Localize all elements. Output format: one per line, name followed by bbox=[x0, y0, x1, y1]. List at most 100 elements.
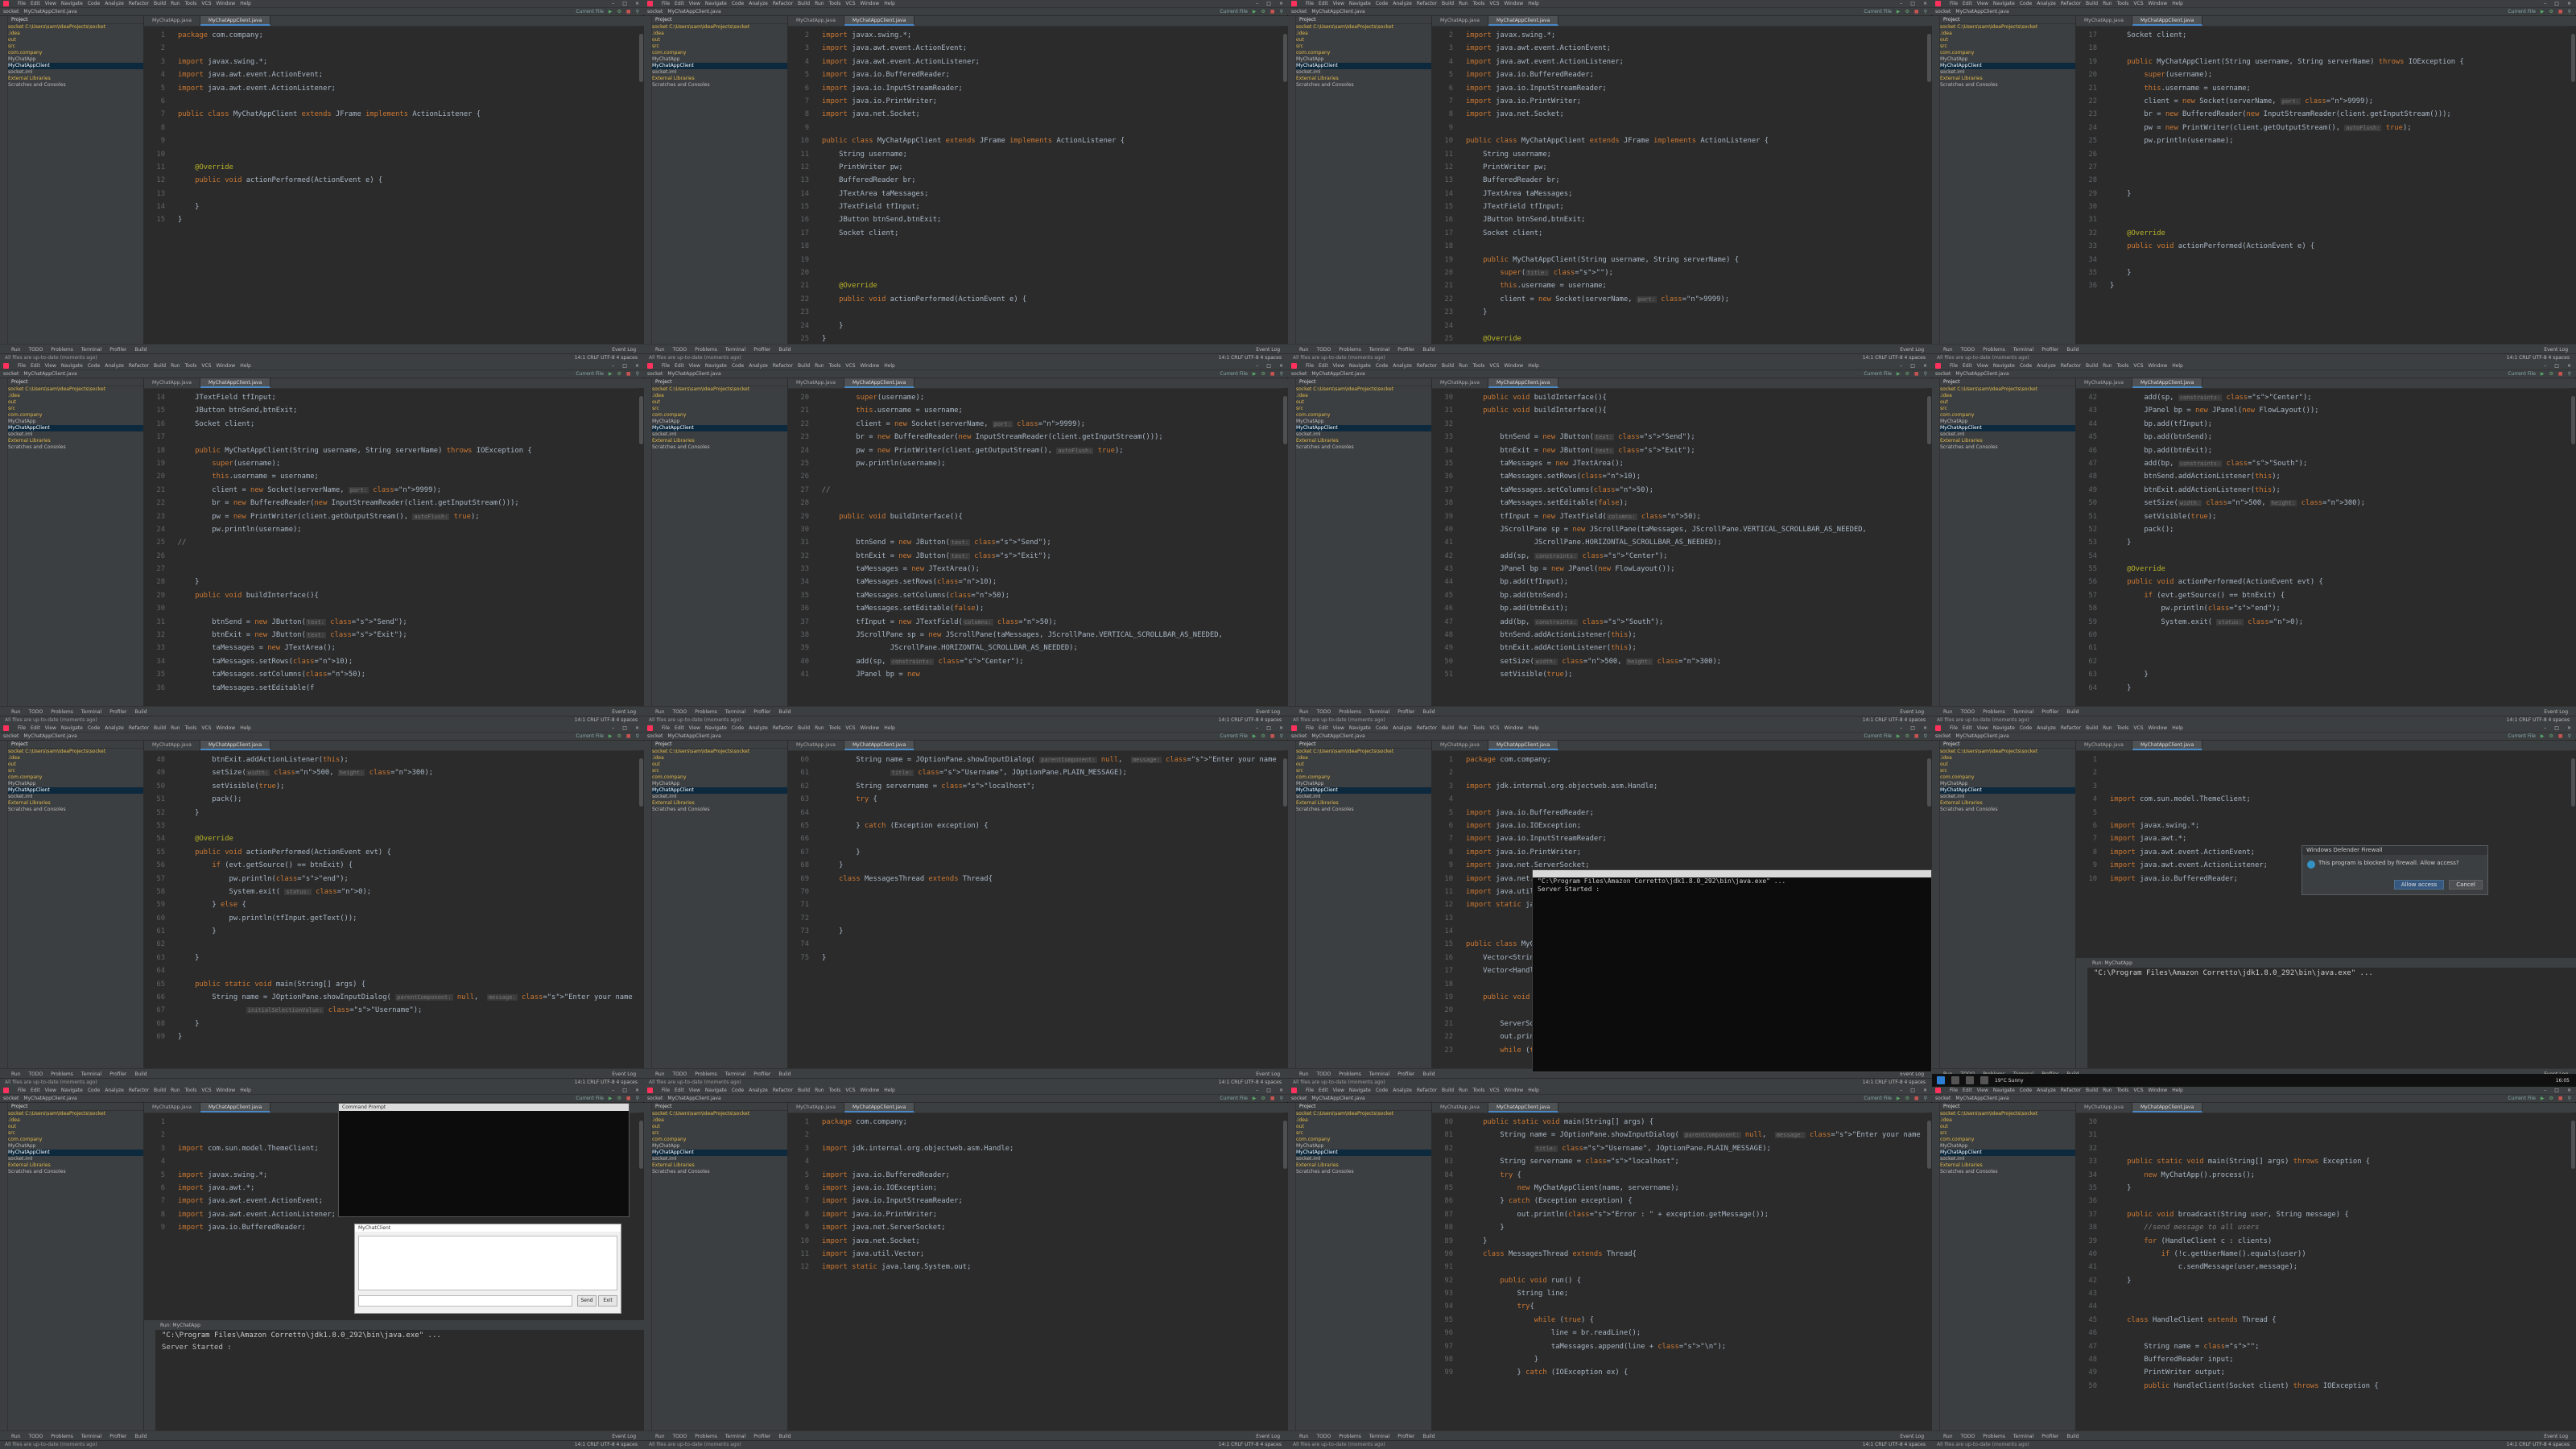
menu-window[interactable]: Window bbox=[1505, 725, 1524, 731]
tree-item[interactable]: .idea bbox=[8, 755, 143, 762]
menu-help[interactable]: Help bbox=[2172, 1088, 2183, 1093]
menu-vcs[interactable]: VCS bbox=[845, 725, 855, 731]
code-line[interactable]: 30 bbox=[2076, 200, 2570, 213]
tab-mychatapp-java[interactable]: MyChatApp.java bbox=[144, 1103, 200, 1113]
tool-terminal[interactable]: Terminal bbox=[2013, 347, 2033, 353]
run-config-select[interactable]: Current File bbox=[1220, 9, 1247, 14]
close-icon[interactable]: × bbox=[635, 363, 639, 369]
debug-icon[interactable]: ⚙ bbox=[1261, 9, 1265, 14]
scroll-thumb[interactable] bbox=[1927, 1121, 1931, 1169]
menu-run[interactable]: Run bbox=[1459, 1, 1468, 6]
code-line[interactable]: 64 bbox=[788, 807, 1282, 819]
run-config-select[interactable]: Current File bbox=[1864, 1096, 1891, 1101]
menu-file[interactable]: File bbox=[1950, 363, 1958, 369]
gutter[interactable] bbox=[812, 616, 822, 629]
tree-item[interactable]: .idea bbox=[1296, 1117, 1431, 1124]
menu-vcs[interactable]: VCS bbox=[201, 1, 211, 6]
code-line[interactable]: 36 taMessages.setRows(class="n">10); bbox=[1432, 470, 1926, 483]
tool-todo[interactable]: TODO bbox=[1317, 1071, 1331, 1077]
gutter[interactable] bbox=[168, 108, 178, 121]
code-line[interactable]: 31 btnSend = new JButton(text: class="s"… bbox=[144, 616, 638, 629]
menu-edit[interactable]: Edit bbox=[1963, 1088, 1972, 1093]
gutter[interactable] bbox=[812, 536, 822, 549]
cursor-position[interactable]: 14:1 CRLF UTF-8 4 spaces bbox=[575, 1079, 638, 1087]
code-line[interactable]: 17 Socket client; bbox=[1432, 227, 1926, 240]
code-line[interactable]: 20 super(username); bbox=[2076, 68, 2570, 81]
cursor-position[interactable]: 14:1 CRLF UTF-8 4 spaces bbox=[1219, 1079, 1282, 1087]
code-line[interactable]: 3 bbox=[2076, 780, 2570, 793]
code-line[interactable]: 54 bbox=[2076, 550, 2570, 563]
code-line[interactable]: 64 bbox=[144, 964, 638, 977]
editor-scrollbar[interactable] bbox=[2570, 1113, 2576, 1431]
code-line[interactable]: 35 taMessages.setColumns(class="n">50); bbox=[144, 668, 638, 681]
code-line[interactable]: 3 import java.awt.event.ActionEvent; bbox=[788, 42, 1282, 55]
gutter[interactable] bbox=[1456, 753, 1466, 766]
debug-icon[interactable]: ⚙ bbox=[617, 9, 621, 14]
tool-problems[interactable]: Problems bbox=[51, 709, 73, 715]
scroll-thumb[interactable] bbox=[2571, 34, 2575, 82]
tree-item[interactable]: External Libraries bbox=[652, 800, 787, 807]
tree-item[interactable]: out bbox=[1296, 762, 1431, 768]
gutter[interactable] bbox=[812, 510, 822, 523]
close-icon[interactable]: × bbox=[635, 1, 639, 6]
tree-item[interactable]: socket C:\Users\sam\IdeaProjects\socket bbox=[8, 24, 143, 31]
code-line[interactable]: 23 br = new BufferedReader(new InputStre… bbox=[788, 431, 1282, 444]
menu-tools[interactable]: Tools bbox=[2117, 1088, 2129, 1093]
tool-run[interactable]: Run bbox=[1943, 1434, 1953, 1439]
gutter[interactable] bbox=[2100, 266, 2110, 279]
menu-window[interactable]: Window bbox=[217, 1088, 236, 1093]
tree-item[interactable]: socket C:\Users\sam\IdeaProjects\socket bbox=[8, 386, 143, 393]
tool-build[interactable]: Build bbox=[1422, 709, 1435, 715]
tree-item[interactable]: .idea bbox=[8, 393, 143, 399]
menu-view[interactable]: View bbox=[45, 1088, 56, 1093]
gutter[interactable] bbox=[1456, 29, 1466, 42]
tree-item[interactable]: socket C:\Users\sam\IdeaProjects\socket bbox=[1940, 749, 2075, 755]
tool-profiler[interactable]: Profiler bbox=[1397, 709, 1414, 715]
scroll-thumb[interactable] bbox=[639, 1121, 643, 1169]
menu-file[interactable]: File bbox=[1306, 725, 1314, 731]
gutter[interactable] bbox=[1456, 563, 1466, 576]
code-line[interactable]: 30 bbox=[2076, 1116, 2570, 1129]
code-line[interactable]: 51 setVisible(true); bbox=[1432, 668, 1926, 681]
menu-vcs[interactable]: VCS bbox=[1489, 363, 1499, 369]
code-line[interactable]: 42 add(sp, constraints: class="s">"Cente… bbox=[1432, 550, 1926, 563]
gutter[interactable] bbox=[1456, 1314, 1466, 1327]
tree-item[interactable]: Scratches and Consoles bbox=[1296, 1169, 1431, 1175]
gutter[interactable] bbox=[2100, 536, 2110, 549]
menu-view[interactable]: View bbox=[45, 1, 56, 6]
tree-item[interactable]: out bbox=[8, 37, 143, 43]
menu-analyze[interactable]: Analyze bbox=[749, 1, 768, 6]
cursor-position[interactable]: 14:1 CRLF UTF-8 4 spaces bbox=[1863, 716, 1926, 724]
code-line[interactable]: 61 title: class="s">"Username", JOptionP… bbox=[788, 766, 1282, 779]
gutter[interactable] bbox=[812, 320, 822, 332]
menu-edit[interactable]: Edit bbox=[31, 363, 40, 369]
tab-mychatapp-java[interactable]: MyChatApp.java bbox=[788, 378, 844, 388]
menu-edit[interactable]: Edit bbox=[675, 1088, 684, 1093]
tool-profiler[interactable]: Profiler bbox=[1397, 1434, 1414, 1439]
code-line[interactable]: 42 } bbox=[2076, 1274, 2570, 1287]
code-line[interactable]: 26 bbox=[788, 470, 1282, 483]
debug-icon[interactable]: ⚙ bbox=[617, 733, 621, 739]
code-line[interactable]: 65 } catch (Exception exception) { bbox=[788, 819, 1282, 832]
gutter[interactable] bbox=[2100, 589, 2110, 602]
code-line[interactable]: 2 bbox=[1432, 766, 1926, 779]
code-line[interactable]: 8 import java.io.PrintWriter; bbox=[788, 1208, 1282, 1221]
tool-build[interactable]: Build bbox=[134, 1434, 147, 1439]
code-line[interactable]: 28 } bbox=[144, 576, 638, 588]
menu-code[interactable]: Code bbox=[2020, 725, 2032, 731]
gutter[interactable] bbox=[1456, 859, 1466, 872]
gutter[interactable] bbox=[168, 991, 178, 1004]
gutter[interactable] bbox=[1456, 925, 1466, 938]
code-line[interactable]: 3 import jdk.internal.org.objectweb.asm.H… bbox=[788, 1142, 1282, 1155]
close-icon[interactable]: × bbox=[1279, 363, 1283, 369]
gutter[interactable] bbox=[1456, 1366, 1466, 1379]
search-icon[interactable]: ⚲ bbox=[2568, 9, 2571, 14]
menu-tools[interactable]: Tools bbox=[1473, 725, 1485, 731]
gutter[interactable] bbox=[1456, 655, 1466, 668]
menu-tools[interactable]: Tools bbox=[185, 363, 197, 369]
project-panel-title[interactable]: Project bbox=[652, 1103, 787, 1111]
gutter[interactable] bbox=[2100, 68, 2110, 81]
menu-vcs[interactable]: VCS bbox=[2133, 363, 2143, 369]
gutter[interactable] bbox=[168, 912, 178, 925]
gutter[interactable] bbox=[812, 859, 822, 872]
